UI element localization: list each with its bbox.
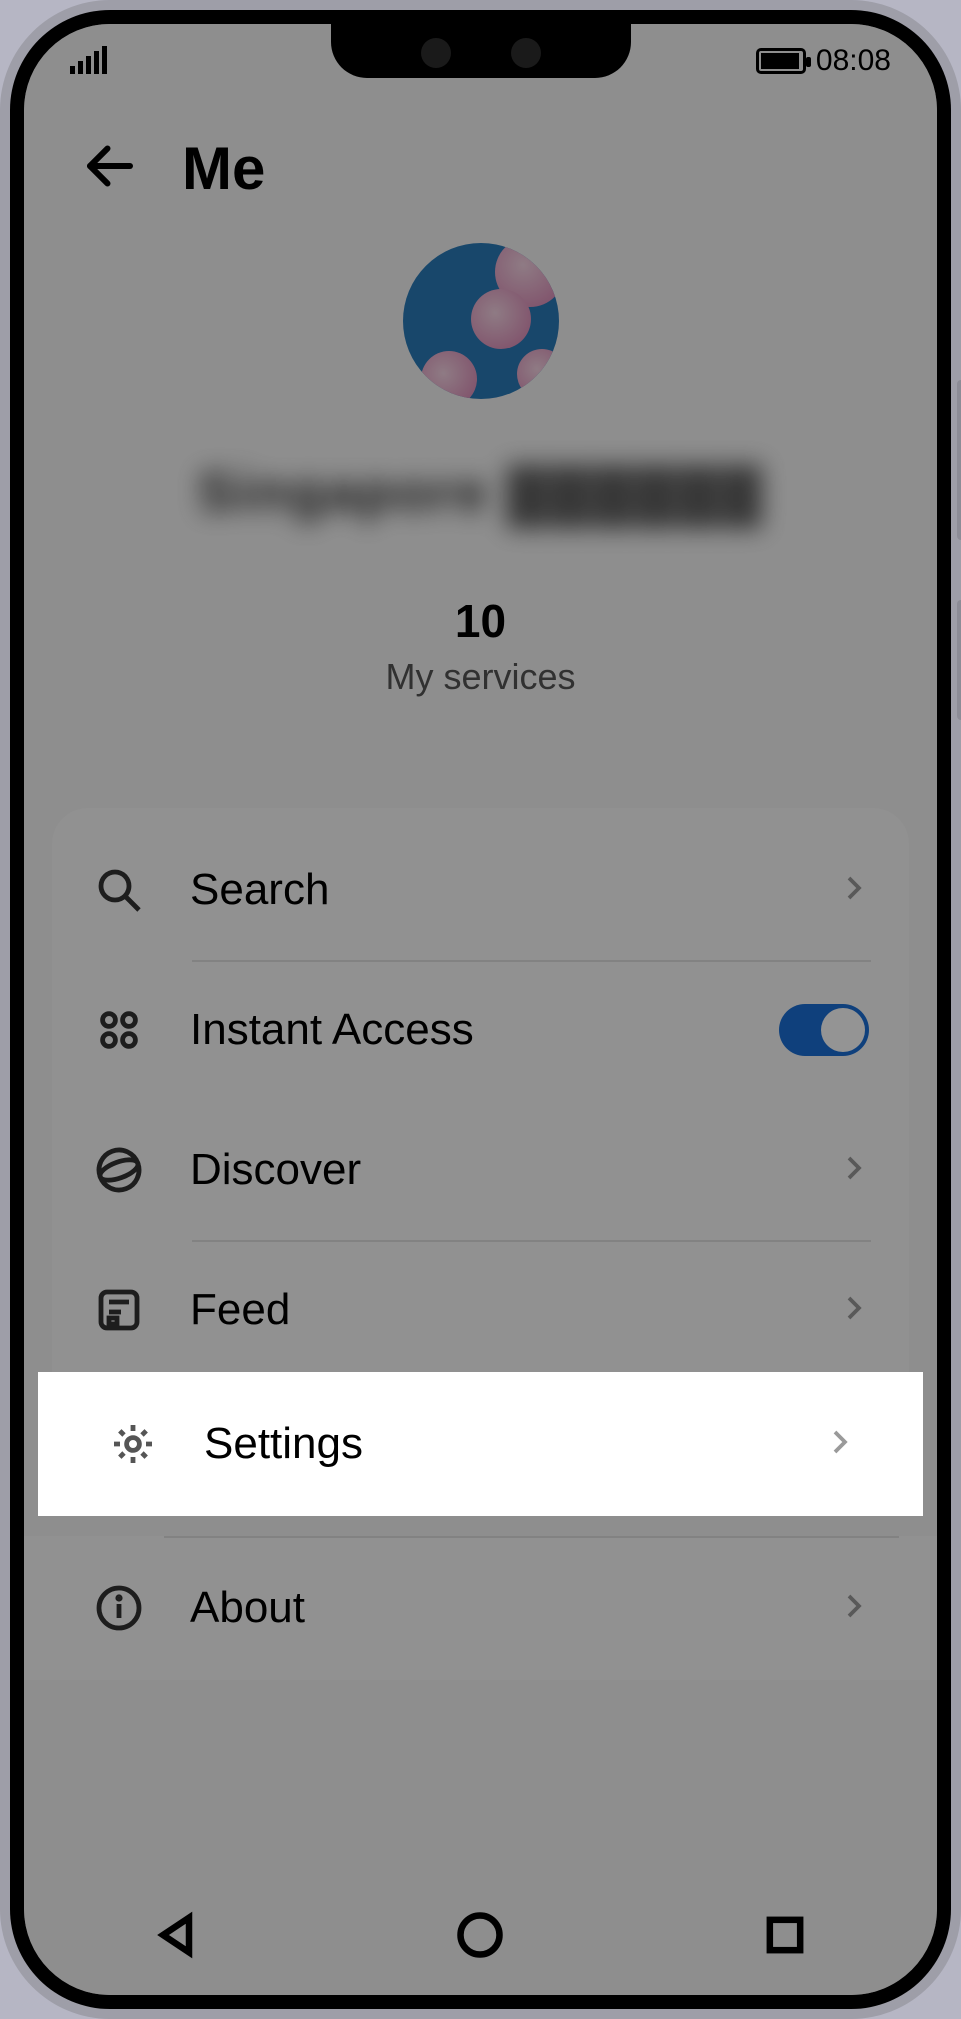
services-label: My services	[24, 656, 937, 698]
system-nav-bar	[24, 1879, 937, 1995]
menu-item-discover[interactable]: Discover	[52, 1100, 909, 1240]
menu-label: Discover	[190, 1145, 839, 1195]
menu-label: About	[190, 1583, 839, 1633]
info-icon	[92, 1581, 146, 1635]
battery-icon	[756, 48, 806, 74]
menu-label: Feed	[190, 1285, 839, 1335]
menu-item-settings[interactable]: Settings	[38, 1372, 923, 1516]
clock: 08:08	[816, 44, 891, 78]
menu-item-instant-access[interactable]: Instant Access	[52, 960, 909, 1100]
nav-home-button[interactable]	[454, 1909, 506, 1966]
menu-label: Settings	[204, 1419, 825, 1469]
grid-icon	[92, 1003, 146, 1057]
menu-item-search[interactable]: Search	[52, 820, 909, 960]
chevron-right-icon	[839, 1293, 869, 1328]
chevron-right-icon	[839, 1153, 869, 1188]
chevron-right-icon	[839, 873, 869, 908]
menu-item-feed[interactable]: Feed	[52, 1240, 909, 1380]
menu-label: Instant Access	[190, 1005, 779, 1055]
menu-item-about[interactable]: About	[24, 1536, 937, 1680]
nav-back-button[interactable]	[150, 1909, 202, 1966]
menu-card: Search Instant Access Disc	[52, 808, 909, 1392]
username: Singapore ▓▓▓▓▓▓	[24, 459, 937, 524]
profile-section: Singapore ▓▓▓▓▓▓ 10 My services	[24, 243, 937, 698]
globe-icon	[92, 1143, 146, 1197]
services-count[interactable]: 10	[24, 594, 937, 648]
screen: 08:08 Me Singapore ▓▓▓▓▓▓ 10	[24, 24, 937, 1995]
gear-icon	[106, 1417, 160, 1471]
menu-label: Search	[190, 865, 839, 915]
chevron-right-icon	[839, 1591, 869, 1626]
notch	[331, 24, 631, 78]
nav-recent-button[interactable]	[759, 1909, 811, 1966]
page-title: Me	[182, 134, 265, 203]
back-button[interactable]	[80, 136, 140, 201]
instant-access-toggle[interactable]	[779, 1004, 869, 1056]
chevron-right-icon	[825, 1427, 855, 1462]
signal-icon	[70, 48, 107, 74]
avatar[interactable]	[403, 243, 559, 399]
search-icon	[92, 863, 146, 917]
feed-icon	[92, 1283, 146, 1337]
